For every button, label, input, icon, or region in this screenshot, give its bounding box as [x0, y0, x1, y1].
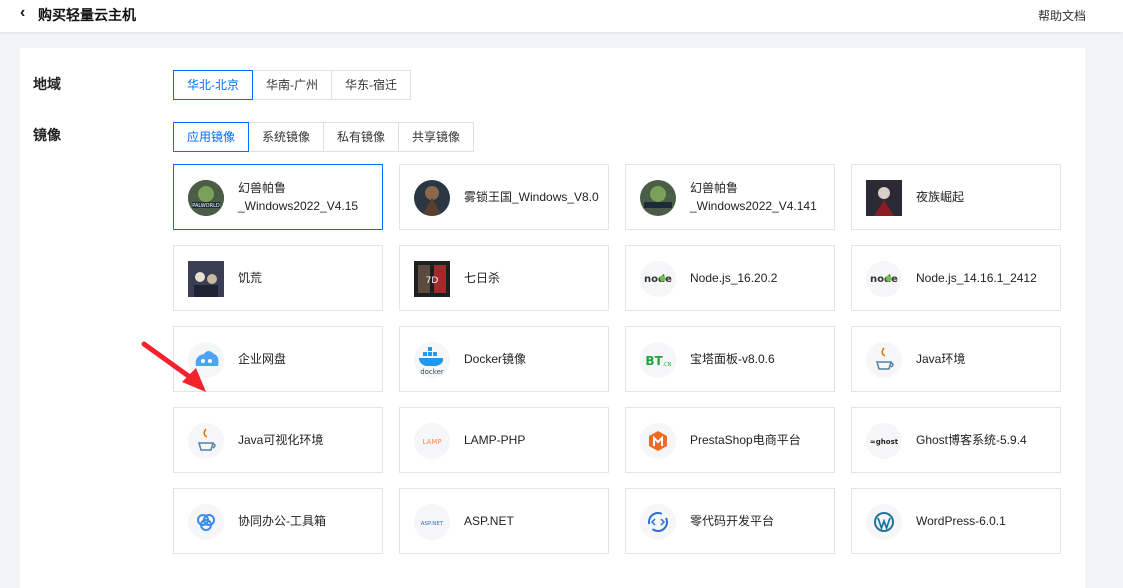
image-card[interactable]: 幻兽帕鲁 _Windows2022_V4.141 — [625, 164, 835, 230]
region-label: 地域 — [33, 76, 61, 92]
image-name: Node.js_16.20.2 — [690, 271, 778, 285]
image-card[interactable]: Java可视化环境 — [173, 407, 383, 473]
image-name: 宝塔面板-v8.0.6 — [690, 352, 775, 366]
chevron-left-icon[interactable]: ‹ — [20, 4, 25, 22]
svg-text:BT: BT — [645, 354, 663, 368]
docker-icon: docker — [414, 342, 450, 378]
svg-text:LAMP: LAMP — [422, 438, 441, 446]
image-card[interactable]: ≈ghost Ghost博客系统-5.9.4 — [851, 407, 1061, 473]
tab-system-image[interactable]: 系统镜像 — [248, 122, 325, 152]
image-card[interactable]: node Node.js_14.16.1_2412 — [851, 245, 1061, 311]
region-option-guangzhou[interactable]: 华南-广州 — [252, 70, 332, 100]
image-name: 七日杀 — [464, 271, 501, 285]
image-name: Java可视化环境 — [238, 433, 324, 447]
tab-app-image[interactable]: 应用镜像 — [173, 122, 250, 152]
image-name: 饥荒 — [238, 271, 263, 285]
java-icon — [866, 342, 902, 378]
image-name: LAMP-PHP — [464, 433, 526, 447]
image-card[interactable]: 雾锁王国_Windows_V8.0 — [399, 164, 609, 230]
image-name: Java环境 — [916, 352, 966, 366]
svg-text:node: node — [644, 274, 672, 285]
image-name: PrestaShop电商平台 — [690, 433, 801, 447]
image-card[interactable]: 饥荒 — [173, 245, 383, 311]
image-card[interactable]: BT .CN 宝塔面板-v8.0.6 — [625, 326, 835, 392]
java-icon — [188, 423, 224, 459]
palworld-game-icon — [640, 180, 676, 216]
palworld-game-icon: PALWORLD — [188, 180, 224, 216]
image-card[interactable]: ASP.NET ASP.NET — [399, 488, 609, 554]
image-name: 雾锁王国_Windows_V8.0 — [464, 190, 599, 204]
image-name: Ghost博客系统-5.9.4 — [916, 433, 1027, 447]
red-arrow-icon — [141, 341, 206, 392]
svg-text:7D: 7D — [426, 276, 439, 286]
image-name: Node.js_14.16.1_2412 — [916, 271, 1037, 285]
svg-text:.CN: .CN — [663, 362, 672, 368]
image-name: 零代码开发平台 — [690, 514, 775, 528]
image-name: 幻兽帕鲁 _Windows2022_V4.141 — [690, 181, 817, 213]
image-card[interactable]: PrestaShop电商平台 — [625, 407, 835, 473]
bt-panel-icon: BT .CN — [640, 342, 676, 378]
image-name: 夜族崛起 — [916, 190, 965, 204]
no-code-icon — [640, 504, 676, 540]
image-name: Docker镜像 — [464, 352, 527, 366]
image-name: WordPress-6.0.1 — [916, 514, 1006, 528]
image-card[interactable]: 7D 七日杀 — [399, 245, 609, 311]
nodejs-icon: node — [640, 261, 676, 297]
7-days-to-die-game-icon: 7D — [414, 261, 450, 297]
image-card[interactable]: PALWORLD 幻兽帕鲁 _Windows2022_V4.15 — [173, 164, 383, 230]
tab-private-image[interactable]: 私有镜像 — [323, 122, 400, 152]
image-card[interactable]: docker Docker镜像 — [399, 326, 609, 392]
image-card[interactable]: Java环境 — [851, 326, 1061, 392]
config-panel: 地域 华北-北京 华南-广州 华东-宿迁 镜像 应用镜像 系统镜像 私有镜像 共… — [20, 48, 1085, 588]
ghost-icon: ≈ghost — [866, 423, 902, 459]
collaboration-icon — [188, 504, 224, 540]
image-card[interactable]: 零代码开发平台 — [625, 488, 835, 554]
tab-shared-image[interactable]: 共享镜像 — [398, 122, 475, 152]
lamp-icon: LAMP — [414, 423, 450, 459]
svg-text:≈ghost: ≈ghost — [870, 438, 899, 446]
image-card[interactable]: LAMP LAMP-PHP — [399, 407, 609, 473]
prestashop-icon — [640, 423, 676, 459]
region-option-beijing[interactable]: 华北-北京 — [173, 70, 253, 100]
image-card[interactable]: 夜族崛起 — [851, 164, 1061, 230]
region-option-suqian[interactable]: 华东-宿迁 — [331, 70, 411, 100]
wordpress-icon — [866, 504, 902, 540]
image-label: 镜像 — [33, 127, 61, 143]
region-selector: 华北-北京 华南-广州 华东-宿迁 — [173, 70, 411, 100]
page-title: 购买轻量云主机 — [38, 7, 136, 23]
aspnet-icon: ASP.NET — [414, 504, 450, 540]
image-name: 幻兽帕鲁 _Windows2022_V4.15 — [238, 181, 359, 213]
svg-text:PALWORLD: PALWORLD — [192, 203, 220, 209]
image-card[interactable]: 协同办公-工具箱 — [173, 488, 383, 554]
image-type-tabs: 应用镜像 系统镜像 私有镜像 共享镜像 — [173, 122, 475, 152]
help-docs-link[interactable]: 帮助文档 — [1038, 7, 1086, 24]
image-name: 企业网盘 — [238, 352, 287, 366]
v-rising-game-icon — [866, 180, 902, 216]
image-name: 协同办公-工具箱 — [238, 514, 326, 528]
nodejs-icon: node — [866, 261, 902, 297]
svg-text:node: node — [870, 274, 898, 285]
enshrouded-game-icon — [414, 180, 450, 216]
image-card[interactable]: WordPress-6.0.1 — [851, 488, 1061, 554]
image-card[interactable]: node Node.js_16.20.2 — [625, 245, 835, 311]
image-name: ASP.NET — [464, 514, 514, 528]
top-bar: ‹ 购买轻量云主机 帮助文档 — [0, 0, 1123, 32]
svg-text:docker: docker — [420, 368, 444, 376]
dont-starve-game-icon — [188, 261, 224, 297]
svg-text:ASP.NET: ASP.NET — [421, 521, 444, 527]
